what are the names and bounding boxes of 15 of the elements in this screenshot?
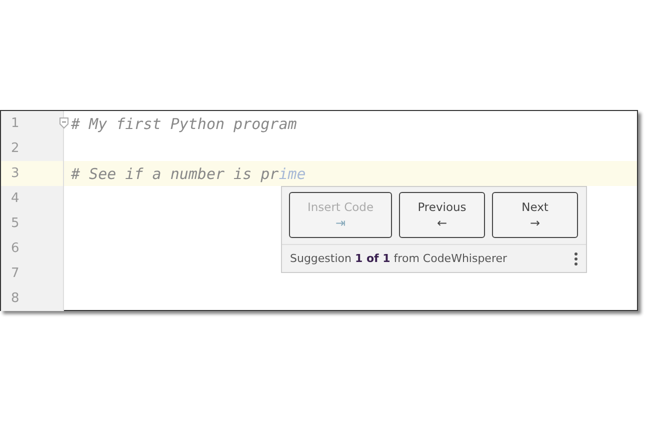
fold-icon[interactable] — [59, 117, 69, 129]
suggestion-button[interactable]: Next → — [492, 192, 578, 238]
line-number: 6 — [11, 241, 20, 256]
suggestion-button[interactable]: Previous ← — [399, 192, 485, 238]
code-line: # My first Python program — [70, 114, 297, 132]
line-number: 4 — [11, 191, 20, 206]
more-options-icon[interactable] — [574, 252, 578, 266]
line-number: 8 — [11, 291, 20, 306]
line-number: 3 — [11, 166, 20, 181]
line-number: 2 — [11, 141, 20, 156]
code-line: # See if a number is prime — [70, 164, 306, 182]
line-number: 7 — [11, 266, 20, 281]
line-number: 5 — [11, 216, 20, 231]
line-number: 1 — [11, 116, 20, 131]
suggestion-status: Suggestion 1 of 1 from CodeWhisperer — [290, 252, 508, 265]
